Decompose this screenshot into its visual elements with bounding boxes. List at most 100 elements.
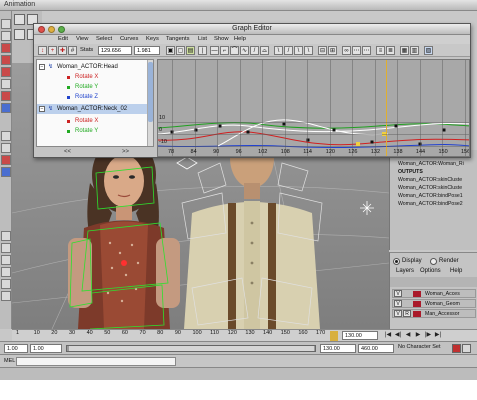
menu-edit[interactable]: Edit — [58, 36, 68, 42]
frame-selection-icon[interactable]: ▢ — [176, 46, 185, 55]
manipulator-tool-icon[interactable] — [1, 79, 11, 89]
linear-tangent-icon[interactable]: / — [250, 46, 259, 55]
auto-key-icon[interactable] — [452, 344, 461, 353]
visibility-toggle[interactable]: V — [394, 310, 402, 317]
layer-flag[interactable]: R — [403, 310, 411, 317]
current-frame-field[interactable]: 130.00 — [342, 331, 378, 340]
shelf-tool-icon-6[interactable] — [1, 291, 11, 301]
layer-color-swatch[interactable] — [413, 301, 421, 307]
outliner-channel-row[interactable]: Rotate Z — [37, 92, 153, 102]
scroll-right-button[interactable]: >> — [122, 149, 129, 155]
frame-playback-icon[interactable]: ▤ — [186, 46, 195, 55]
brush-icon[interactable] — [14, 14, 25, 25]
move-key-tool-icon[interactable]: ↕ — [38, 46, 47, 55]
expand-toggle-icon[interactable]: − — [39, 64, 45, 70]
normalize-icon[interactable]: ≡ — [376, 46, 385, 55]
snap-icon[interactable] — [14, 29, 25, 40]
menu-view[interactable]: View — [76, 36, 88, 42]
character-set-dropdown[interactable]: No Character Set — [398, 344, 441, 350]
menu-select[interactable]: Select — [96, 36, 112, 42]
lock-tangent-weight-icon[interactable]: \ — [304, 46, 313, 55]
keyframe-marker[interactable] — [370, 140, 374, 144]
preferences-icon[interactable] — [462, 344, 471, 353]
layer-row[interactable]: V Woman_Acces — [392, 289, 476, 298]
channel-box-line[interactable]: Woman_ACTOR:bindPose1 — [398, 193, 463, 199]
layer-row[interactable]: V R Man_Accessor — [392, 309, 476, 318]
menu-help[interactable]: Help — [234, 36, 246, 42]
curve-display-icon[interactable]: ▨ — [424, 46, 433, 55]
outliner-node-row[interactable]: − ↯ Woman_ACTOR:Head — [37, 62, 153, 72]
lattice-deform-icon[interactable]: # — [68, 46, 77, 55]
channel-box-line[interactable]: Woman_ACTOR:skinCluste — [398, 177, 462, 183]
display-layers-radio[interactable] — [393, 258, 400, 265]
buffer-curve-icon[interactable]: ⊟ — [318, 46, 327, 55]
outliner-channel-row[interactable]: Rotate Y — [37, 82, 153, 92]
keyframe-marker[interactable] — [332, 128, 336, 132]
break-tangents-icon[interactable]: \ — [274, 46, 283, 55]
frame-all-icon[interactable]: ▣ — [166, 46, 175, 55]
outliner-layout-icon[interactable] — [1, 167, 11, 177]
infinity-cycle-icon[interactable]: ∞ — [342, 46, 351, 55]
layer-flag[interactable] — [403, 290, 411, 297]
select-tool-icon[interactable] — [1, 19, 11, 29]
channel-box-line[interactable]: Woman_ACTOR:Woman_Ri — [398, 161, 464, 167]
unify-tangents-icon[interactable]: / — [284, 46, 293, 55]
move-tool-icon[interactable] — [1, 43, 11, 53]
spline-tangent-icon[interactable]: ∿ — [240, 46, 249, 55]
layers-menu[interactable]: Layers — [396, 268, 414, 274]
auto-key-icons[interactable] — [452, 344, 472, 353]
menu-keys[interactable]: Keys — [146, 36, 159, 42]
shelf-tool-icon-5[interactable] — [1, 279, 11, 289]
free-tangent-weight-icon[interactable]: \ — [294, 46, 303, 55]
options-menu[interactable]: Options — [420, 268, 441, 274]
visibility-toggle[interactable]: V — [394, 290, 402, 297]
soft-mod-tool-icon[interactable] — [1, 91, 11, 101]
clamped-tangent-icon[interactable]: ⌒ — [230, 46, 239, 55]
single-pane-layout-icon[interactable] — [1, 131, 11, 141]
four-pane-layout-icon[interactable] — [1, 143, 11, 153]
center-current-time-icon[interactable]: | — [198, 46, 207, 55]
layer-color-swatch[interactable] — [413, 311, 421, 317]
current-frame-marker[interactable] — [330, 331, 338, 341]
visibility-toggle[interactable]: V — [394, 300, 402, 307]
outliner-channel-row[interactable]: Rotate X — [37, 72, 153, 82]
swap-buffer-icon[interactable]: ⊞ — [328, 46, 337, 55]
playback-end-field[interactable]: 130.00 — [320, 344, 356, 353]
menu-list[interactable]: List — [198, 36, 207, 42]
command-line-input[interactable] — [16, 357, 176, 366]
render-layers-radio[interactable] — [430, 258, 437, 265]
step-forward-key-button[interactable]: |▶ — [424, 331, 432, 340]
layer-row[interactable]: V Woman_Geom — [392, 299, 476, 308]
channel-box-line[interactable]: Woman_ACTOR:skinCluste — [398, 185, 462, 191]
play-backward-button[interactable]: ◀ — [404, 331, 412, 340]
step-back-key-button[interactable]: ◀| — [394, 331, 402, 340]
outliner-scroll-thumb[interactable] — [148, 62, 153, 122]
help-menu[interactable]: Help — [450, 268, 462, 274]
keyframe-marker[interactable] — [218, 124, 222, 128]
animation-start-field[interactable]: 1.00 — [4, 344, 28, 353]
stats-frame-field[interactable]: 129.656 — [98, 46, 132, 55]
time-slider[interactable]: 1 10 20 30 40 50 60 70 80 90 100 110 120 130 140 150 160… — [12, 329, 477, 341]
rotate-tool-icon[interactable] — [1, 55, 11, 65]
stats-value-field[interactable]: 1.981 — [134, 46, 160, 55]
layer-color-swatch[interactable] — [413, 291, 421, 297]
denormalize-icon[interactable]: ≣ — [386, 46, 395, 55]
last-tool-icon[interactable] — [1, 103, 11, 113]
graph-view[interactable]: 78 84 90 96 102 108 114 120 126 132 138 144 150 156 10… — [157, 59, 470, 157]
outliner-scrollbar[interactable] — [147, 60, 153, 146]
post-infinity-icon[interactable]: ⋯ — [362, 46, 371, 55]
pre-infinity-icon[interactable]: ⋯ — [352, 46, 361, 55]
outliner-channel-row[interactable]: Rotate X — [37, 116, 153, 126]
scale-tool-icon[interactable] — [1, 67, 11, 77]
persp-graph-layout-icon[interactable] — [1, 155, 11, 165]
lasso-tool-icon[interactable] — [1, 31, 11, 41]
insert-key-tool-icon[interactable]: + — [48, 46, 57, 55]
shelf-tool-icon-4[interactable] — [1, 267, 11, 277]
shelf-tool-icon[interactable] — [1, 231, 11, 241]
plateau-tangent-icon[interactable]: ⌓ — [260, 46, 269, 55]
step-tangent-icon[interactable]: ⌐ — [220, 46, 229, 55]
range-slider[interactable] — [66, 345, 316, 352]
animation-curve[interactable] — [217, 119, 389, 147]
dope-sheet-icon[interactable]: ▦ — [400, 46, 409, 55]
scroll-left-button[interactable]: << — [64, 149, 71, 155]
